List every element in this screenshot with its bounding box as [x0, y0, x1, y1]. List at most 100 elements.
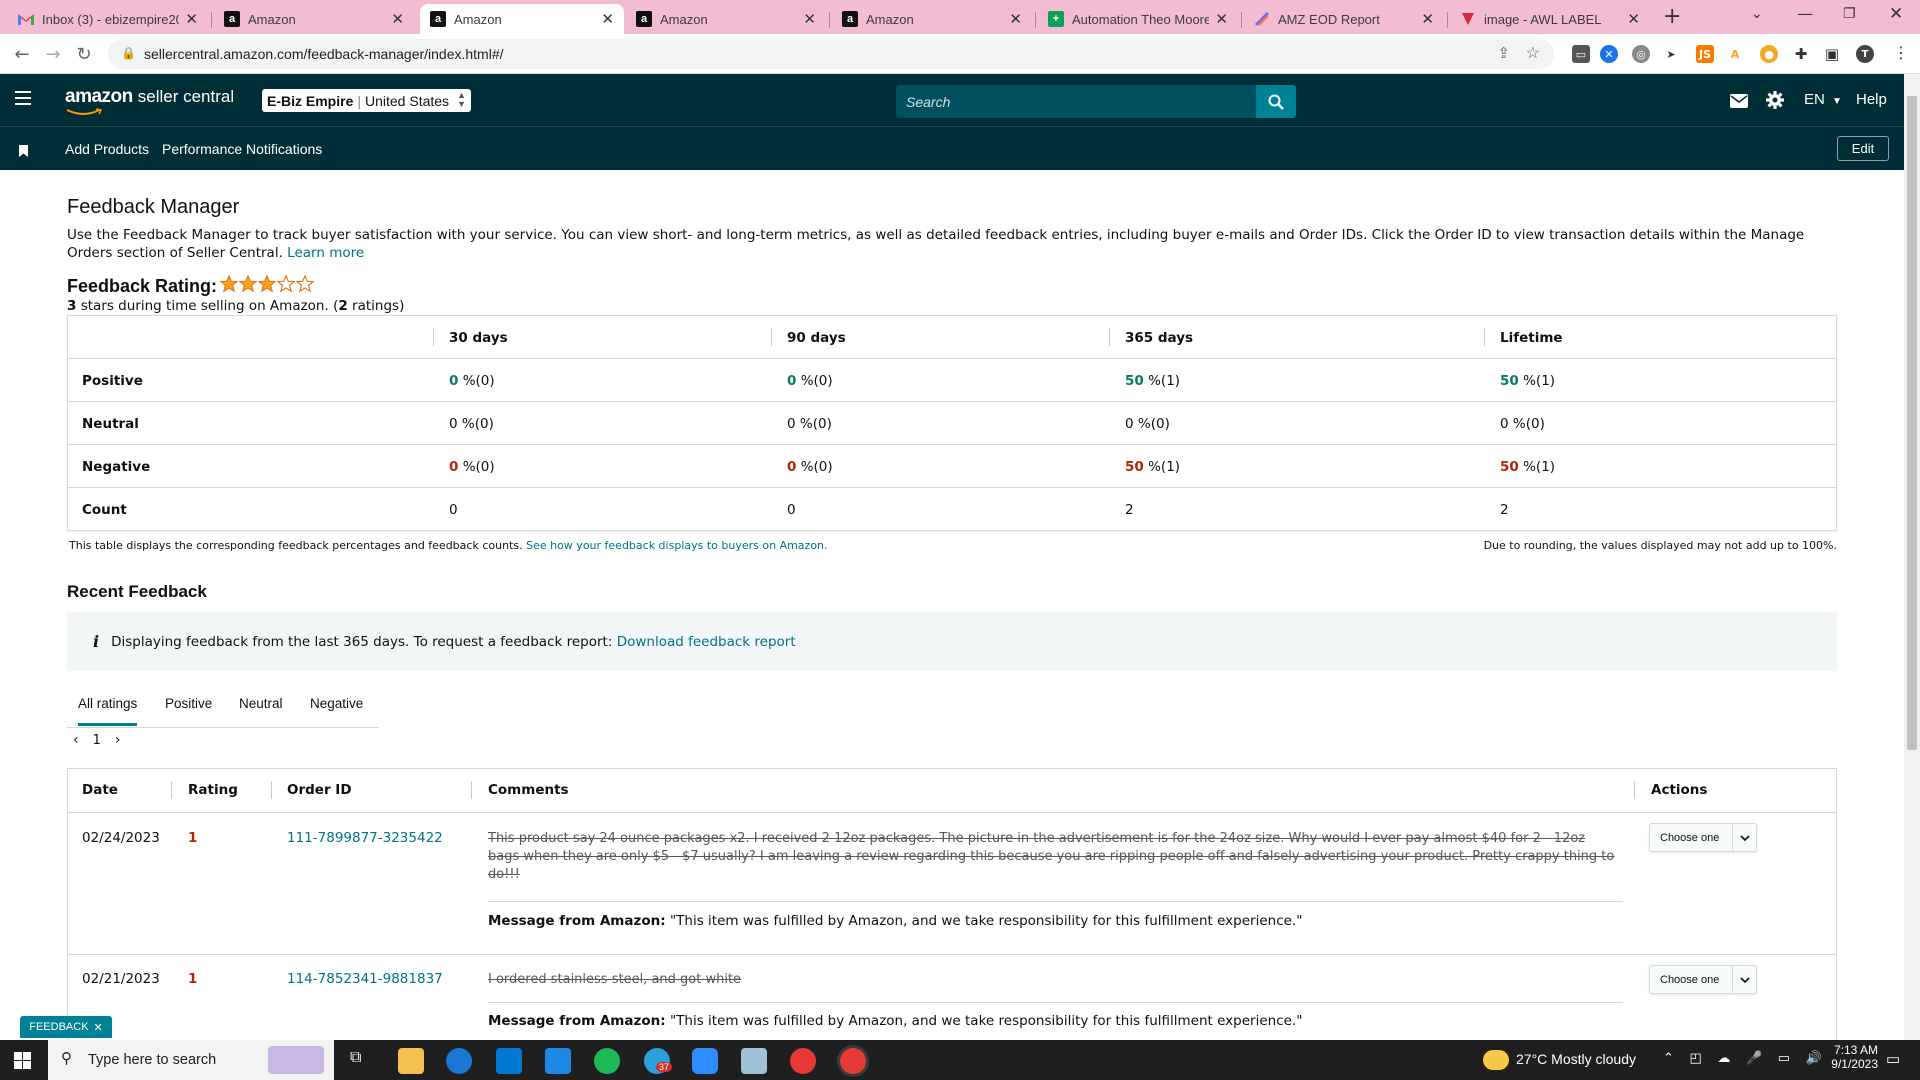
- close-tab-icon[interactable]: ✕: [1627, 10, 1640, 28]
- page-number[interactable]: 1: [93, 733, 101, 748]
- maximize-icon[interactable]: ❐: [1843, 6, 1856, 22]
- feedback-rating: 1: [188, 971, 198, 987]
- prev-page-icon[interactable]: ‹: [73, 732, 79, 748]
- star-filled-icon: [220, 275, 238, 293]
- task-view-icon[interactable]: ⧉: [350, 1049, 361, 1067]
- bookmark-star-icon[interactable]: ☆: [1526, 43, 1540, 63]
- new-tab-icon[interactable]: +: [1663, 4, 1681, 29]
- spotify-icon[interactable]: [594, 1048, 620, 1074]
- close-tab-icon[interactable]: ✕: [601, 10, 614, 28]
- chrome-active-icon[interactable]: [840, 1048, 866, 1074]
- notepad-icon[interactable]: [741, 1048, 767, 1074]
- telegram-icon[interactable]: 37: [644, 1048, 673, 1074]
- store-icon[interactable]: [496, 1048, 522, 1074]
- rounding-note: Due to rounding, the values displayed ma…: [1483, 539, 1837, 552]
- close-tab-icon[interactable]: ✕: [185, 10, 198, 28]
- metric-pct: 50: [1125, 458, 1144, 475]
- next-page-icon[interactable]: ›: [115, 732, 121, 748]
- close-icon[interactable]: ✕: [94, 1021, 103, 1034]
- tab-positive[interactable]: Positive: [165, 696, 212, 723]
- download-report-link[interactable]: Download feedback report: [617, 634, 796, 650]
- feedback-widget-tab[interactable]: FEEDBACK ✕: [20, 1016, 112, 1038]
- zoom-icon[interactable]: [692, 1048, 718, 1074]
- chevron-down-icon: [1732, 824, 1756, 851]
- marketplace-switcher[interactable]: E-Biz Empire | United States ▲ ▼: [262, 89, 472, 112]
- chrome-icon[interactable]: [790, 1048, 816, 1074]
- taskbar-search-input[interactable]: ⚲ Type here to search: [48, 1040, 334, 1080]
- mail-app-icon[interactable]: [545, 1048, 571, 1074]
- feedback-display-link[interactable]: See how your feedback displays to buyers…: [526, 539, 827, 552]
- action-select[interactable]: Choose one: [1649, 823, 1757, 852]
- close-tab-icon[interactable]: ✕: [1421, 10, 1434, 28]
- system-tray-icons[interactable]: ⌃ ◰ ☁ 🎤 ▭ 🔊: [1663, 1050, 1828, 1066]
- edit-nav-button[interactable]: Edit: [1837, 136, 1889, 161]
- extension-cursor-icon[interactable]: ➤: [1662, 45, 1680, 63]
- close-window-icon[interactable]: ✕: [1889, 4, 1903, 24]
- metric-pct: 0: [787, 372, 797, 389]
- nav-performance-notifications[interactable]: Performance Notifications: [162, 141, 322, 157]
- settings-gear-icon[interactable]: [1765, 90, 1785, 114]
- edge-icon[interactable]: [446, 1048, 472, 1074]
- seller-central-logo[interactable]: amazon seller central: [65, 86, 234, 108]
- scrollbar-thumb[interactable]: [1907, 96, 1917, 750]
- share-icon[interactable]: ⇪: [1497, 44, 1510, 62]
- browser-tab-sheets[interactable]: + Automation Theo Moore - ✕: [1038, 4, 1238, 34]
- metric-pct: 50: [1500, 458, 1519, 475]
- reload-icon[interactable]: ↻: [72, 42, 96, 66]
- info-icon: i: [93, 632, 100, 651]
- address-bar[interactable]: 🔒 sellercentral.amazon.com/feedback-mana…: [108, 39, 1554, 69]
- tab-negative[interactable]: Negative: [310, 696, 363, 723]
- tab-neutral[interactable]: Neutral: [239, 696, 283, 723]
- help-link[interactable]: Help: [1856, 91, 1887, 108]
- extension-gray-icon[interactable]: ◎: [1632, 45, 1650, 63]
- windows-start-icon[interactable]: [14, 1052, 31, 1073]
- close-tab-icon[interactable]: ✕: [803, 10, 816, 28]
- bookmark-icon[interactable]: [19, 142, 28, 161]
- close-tab-icon[interactable]: ✕: [1009, 10, 1022, 28]
- back-icon[interactable]: ←: [10, 42, 34, 66]
- pagination: ‹ 1 ›: [73, 732, 121, 748]
- mail-icon[interactable]: [1730, 93, 1748, 112]
- forward-icon[interactable]: →: [41, 42, 65, 66]
- tab-all-ratings[interactable]: All ratings: [78, 696, 138, 726]
- learn-more-link[interactable]: Learn more: [287, 245, 364, 261]
- browser-tab-amazon-4[interactable]: a Amazon ✕: [832, 4, 1032, 34]
- metric-count: %(0): [462, 458, 495, 475]
- extension-font-icon[interactable]: A: [1726, 45, 1744, 63]
- extension-js-icon[interactable]: JS: [1696, 45, 1714, 63]
- feedback-rating-label: Feedback Rating:: [67, 276, 218, 296]
- nav-add-products[interactable]: Add Products: [65, 141, 149, 157]
- notifications-icon[interactable]: ▭: [1886, 1050, 1900, 1068]
- weather-icon[interactable]: [1483, 1050, 1509, 1070]
- action-select[interactable]: Choose one: [1649, 965, 1757, 994]
- close-tab-icon[interactable]: ✕: [391, 10, 404, 28]
- extension-blue-icon[interactable]: ✕: [1600, 45, 1618, 63]
- browser-tab-amazon-1[interactable]: a Amazon ✕: [214, 4, 414, 34]
- search-input[interactable]: Search: [896, 85, 1256, 118]
- tab-title: Automation Theo Moore -: [1072, 11, 1210, 27]
- sort-arrows-icon: ▲ ▼: [457, 90, 467, 109]
- browser-tab-amazon-3[interactable]: a Amazon ✕: [626, 4, 826, 34]
- extensions-puzzle-icon[interactable]: ✚: [1792, 45, 1810, 63]
- extension-off-icon[interactable]: ▭: [1572, 45, 1590, 63]
- browser-tab-eod-report[interactable]: AMZ EOD Report ✕: [1244, 4, 1444, 34]
- browser-tab-awl-label[interactable]: image - AWL LABEL ✕: [1450, 4, 1650, 34]
- search-button[interactable]: [1256, 85, 1296, 118]
- metric-cell: 0 %(0): [449, 359, 495, 402]
- extension-orange-icon[interactable]: ●: [1760, 45, 1778, 63]
- hamburger-menu-icon[interactable]: [15, 90, 31, 109]
- browser-tab-gmail[interactable]: Inbox (3) - ebizempire2023 ✕: [8, 4, 208, 34]
- minimize-icon[interactable]: —: [1797, 4, 1813, 23]
- close-tab-icon[interactable]: ✕: [1215, 10, 1228, 28]
- weather-text[interactable]: 27°C Mostly cloudy: [1516, 1051, 1636, 1067]
- browser-menu-icon[interactable]: ⋮: [1893, 43, 1909, 62]
- clock[interactable]: 7:13 AM 9/1/2023: [1808, 1043, 1878, 1071]
- tab-search-icon[interactable]: ⌄: [1751, 6, 1763, 22]
- order-id-link[interactable]: 111-7899877-3235422: [287, 830, 443, 846]
- sidepanel-icon[interactable]: ▣: [1823, 45, 1841, 63]
- file-explorer-icon[interactable]: [398, 1048, 424, 1074]
- language-selector[interactable]: EN ▼: [1804, 91, 1842, 108]
- profile-avatar[interactable]: T: [1856, 45, 1874, 63]
- browser-tab-amazon-active[interactable]: a Amazon ✕: [420, 4, 624, 34]
- order-id-link[interactable]: 114-7852341-9881837: [287, 971, 443, 987]
